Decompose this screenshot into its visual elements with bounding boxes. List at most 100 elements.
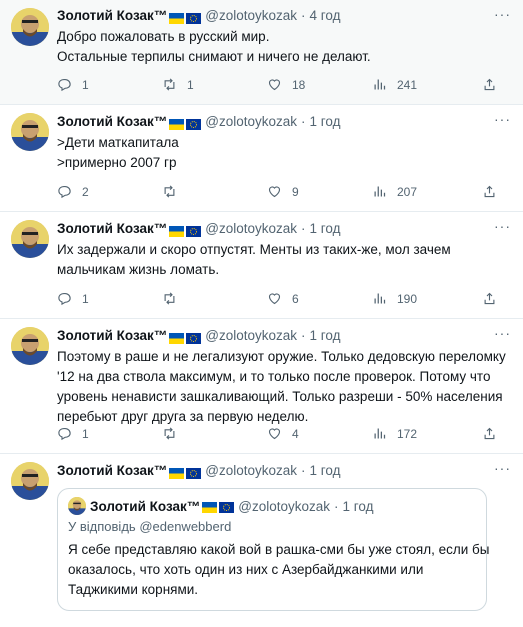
tweet-time[interactable]: 1 год: [310, 113, 341, 131]
reply-button[interactable]: 1: [57, 291, 162, 306]
tweet-text: Поэтому в раше и не легализуют оружие. Т…: [57, 349, 506, 424]
author-name[interactable]: Золотий Козак™: [57, 7, 167, 25]
tweet[interactable]: Золотий Козак™ @zolotoykozak · 1 год Поэ…: [0, 319, 523, 454]
share-icon: [484, 427, 495, 440]
author-handle[interactable]: @zolotoykozak: [205, 7, 297, 25]
like-button[interactable]: 4: [267, 426, 372, 441]
eu-flag-icon: [219, 501, 235, 513]
avatar[interactable]: [11, 8, 49, 46]
heart-icon: [268, 79, 281, 91]
reply-button[interactable]: 2: [57, 184, 162, 199]
more-options-icon[interactable]: ···: [494, 325, 511, 341]
tweet[interactable]: Золотий Козак™ @zolotoykozak · 1 год >Де…: [0, 105, 523, 212]
ukraine-flag-icon: [202, 501, 218, 513]
author-handle[interactable]: @zolotoykozak: [205, 462, 297, 480]
views-button[interactable]: 172: [372, 426, 482, 441]
author-handle[interactable]: @zolotoykozak: [205, 327, 297, 345]
quote-time: 1 год: [342, 498, 374, 514]
retweet-icon: [164, 78, 175, 91]
retweet-button[interactable]: [162, 291, 267, 306]
reply-icon: [58, 78, 71, 92]
quote-author-handle: @zolotoykozak: [238, 498, 330, 514]
ukraine-flag-icon: [169, 224, 185, 237]
retweet-icon: [164, 185, 175, 198]
tweet-text: >Дети маткапитала >примерно 2007 гр: [57, 135, 179, 170]
retweet-button[interactable]: [162, 426, 267, 441]
tweet-time[interactable]: 1 год: [310, 220, 341, 238]
tweet-text: Добро пожаловать в русский мир. Остальны…: [57, 29, 371, 64]
share-button[interactable]: [482, 184, 497, 199]
author-handle[interactable]: @zolotoykozak: [205, 113, 297, 131]
retweet-icon: [164, 427, 175, 440]
tweet-header: Золотий Козак™ @zolotoykozak · 1 год: [57, 113, 341, 131]
tweet[interactable]: Золотий Козак™ @zolotoykozak · 1 год Их …: [0, 212, 523, 319]
tweet-header: Золотий Козак™ @zolotoykozak · 1 год: [57, 220, 341, 238]
like-button[interactable]: 18: [267, 77, 372, 92]
tweet-time[interactable]: 4 год: [310, 7, 341, 25]
eu-flag-icon: [186, 224, 202, 237]
quote-text: Я себе представляю какой вой в рашка-сми…: [68, 542, 490, 597]
reply-icon: [58, 185, 71, 199]
more-options-icon[interactable]: ···: [494, 111, 511, 127]
ukraine-flag-icon: [169, 331, 185, 344]
quote-avatar: [68, 497, 86, 515]
views-button[interactable]: 190: [372, 291, 482, 306]
ukraine-flag-icon: [169, 117, 185, 130]
avatar[interactable]: [11, 220, 49, 258]
heart-icon: [268, 186, 281, 198]
quoted-tweet[interactable]: Золотий Козак™ @zolotoykozak · 1 год У в…: [57, 488, 490, 611]
share-button[interactable]: [482, 77, 497, 92]
avatar[interactable]: [11, 462, 49, 500]
tweet-actions: 1 1 18 241: [57, 77, 497, 92]
like-button[interactable]: 6: [267, 291, 372, 306]
author-name[interactable]: Золотий Козак™: [57, 113, 167, 131]
replying-to: У відповідь @edenwebberd: [68, 519, 232, 534]
more-options-icon[interactable]: ···: [494, 460, 511, 476]
timeline: Золотий Козак™ @zolotoykozak · 4 год Доб…: [0, 0, 523, 627]
retweet-button[interactable]: [162, 184, 267, 199]
heart-icon: [268, 293, 281, 305]
share-button[interactable]: [482, 426, 497, 441]
views-button[interactable]: 241: [372, 77, 482, 92]
tweet-header: Золотий Козак™ @zolotoykozak · 1 год: [57, 327, 341, 345]
tweet-text: Их задержали и скоро отпустят. Менты из …: [57, 242, 451, 277]
share-icon: [484, 185, 495, 198]
share-button[interactable]: [482, 291, 497, 306]
reply-icon: [58, 427, 71, 441]
reply-icon: [58, 292, 71, 306]
retweet-button[interactable]: 1: [162, 77, 267, 92]
author-name[interactable]: Золотий Козак™: [57, 462, 167, 480]
views-icon: [374, 186, 386, 197]
views-button[interactable]: 207: [372, 184, 482, 199]
reply-button[interactable]: 1: [57, 426, 162, 441]
views-icon: [374, 79, 386, 90]
views-icon: [374, 293, 386, 304]
eu-flag-icon: [186, 466, 202, 479]
tweet[interactable]: Золотий Козак™ @zolotoykozak · 4 год Доб…: [0, 0, 523, 105]
tweet-header: Золотий Козак™ @zolotoykozak · 1 год: [57, 462, 341, 480]
more-options-icon[interactable]: ···: [494, 218, 511, 234]
share-icon: [484, 292, 495, 305]
heart-icon: [268, 428, 281, 440]
avatar[interactable]: [11, 113, 49, 151]
quote-author-name: Золотий Козак™: [90, 498, 201, 514]
more-options-icon[interactable]: ···: [494, 6, 511, 22]
eu-flag-icon: [186, 11, 202, 24]
avatar[interactable]: [11, 327, 49, 365]
tweet-actions: 1 6 190: [57, 291, 497, 306]
replying-to-mention[interactable]: @edenwebberd: [139, 519, 231, 534]
reply-button[interactable]: 1: [57, 77, 162, 92]
author-name[interactable]: Золотий Козак™: [57, 220, 167, 238]
tweet-time[interactable]: 1 год: [310, 462, 341, 480]
tweet[interactable]: Золотий Козак™ @zolotoykozak · 1 год ···…: [0, 454, 523, 627]
ukraine-flag-icon: [169, 466, 185, 479]
retweet-icon: [164, 292, 175, 305]
tweet-time[interactable]: 1 год: [310, 327, 341, 345]
author-handle[interactable]: @zolotoykozak: [205, 220, 297, 238]
share-icon: [484, 78, 495, 91]
eu-flag-icon: [186, 117, 202, 130]
eu-flag-icon: [186, 331, 202, 344]
tweet-header: Золотий Козак™ @zolotoykozak · 4 год: [57, 7, 341, 25]
like-button[interactable]: 9: [267, 184, 372, 199]
author-name[interactable]: Золотий Козак™: [57, 327, 167, 345]
